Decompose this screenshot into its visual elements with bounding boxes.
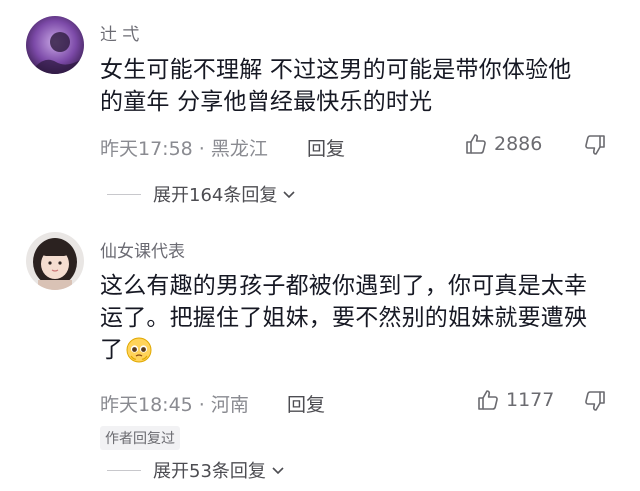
chevron-down-icon (272, 467, 284, 475)
reply-button[interactable]: 回复 (287, 390, 325, 417)
timestamp: 昨天18:45 (100, 394, 193, 416)
like-count: 1177 (506, 389, 555, 411)
chevron-down-icon (283, 191, 295, 199)
divider (107, 193, 141, 195)
comment-meta: 昨天18:45 · 河南 (100, 390, 249, 417)
expand-replies-label: 展开164条回复 (153, 185, 278, 206)
expand-replies-button[interactable]: 展开164条回复 (107, 181, 297, 207)
like-button[interactable]: 2886 (464, 132, 542, 156)
pleading-face-emoji (126, 337, 152, 363)
expand-replies-label: 展开53条回复 (153, 461, 266, 482)
timestamp: 昨天17:58 (100, 138, 193, 160)
comment-text: 女生可能不理解 不过这男的可能是带你体验他 的童年 分享他曾经最快乐的时光 (100, 54, 630, 118)
comment-text-line: 了 (100, 334, 630, 366)
avatar[interactable] (26, 16, 84, 74)
reply-button[interactable]: 回复 (307, 134, 345, 161)
like-button[interactable]: 1177 (476, 388, 554, 412)
comment-item: 仙女课代表 这么有趣的男孩子都被你遇到了，你可真是太幸 运了。把握住了姐妹，要不… (0, 220, 640, 491)
separator-dot: · (198, 394, 205, 416)
expand-replies-button[interactable]: 展开53条回复 (107, 457, 286, 483)
comment-text-line: 这么有趣的男孩子都被你遇到了，你可真是太幸 (100, 273, 588, 299)
comment-item: 辻 弌 女生可能不理解 不过这男的可能是带你体验他 的童年 分享他曾经最快乐的时… (0, 0, 640, 220)
avatar[interactable] (26, 232, 84, 290)
dislike-button[interactable] (583, 133, 607, 161)
comment-text-line: 女生可能不理解 不过这男的可能是带你体验他 (100, 57, 572, 83)
comment-text-end: 了 (100, 337, 124, 363)
author-replied-badge: 作者回复过 (100, 426, 180, 450)
location: 黑龙江 (210, 138, 268, 160)
dislike-button[interactable] (583, 389, 607, 417)
comment-text: 这么有趣的男孩子都被你遇到了，你可真是太幸 运了。把握住了姐妹，要不然别的姐妹就… (100, 270, 630, 366)
username[interactable]: 辻 弌 (100, 20, 139, 45)
thumbs-down-icon (585, 135, 605, 155)
divider (107, 469, 141, 471)
comment-text-line: 的童年 分享他曾经最快乐的时光 (100, 89, 433, 115)
thumbs-down-icon (585, 391, 605, 411)
username[interactable]: 仙女课代表 (100, 237, 185, 262)
like-count: 2886 (494, 133, 543, 155)
comment-text-line: 运了。把握住了姐妹，要不然别的姐妹就要遭殃 (100, 305, 588, 331)
thumbs-up-icon (478, 390, 498, 410)
thumbs-up-icon (466, 134, 486, 154)
location: 河南 (210, 394, 249, 416)
comment-meta: 昨天17:58 · 黑龙江 (100, 134, 268, 161)
separator-dot: · (198, 138, 205, 160)
